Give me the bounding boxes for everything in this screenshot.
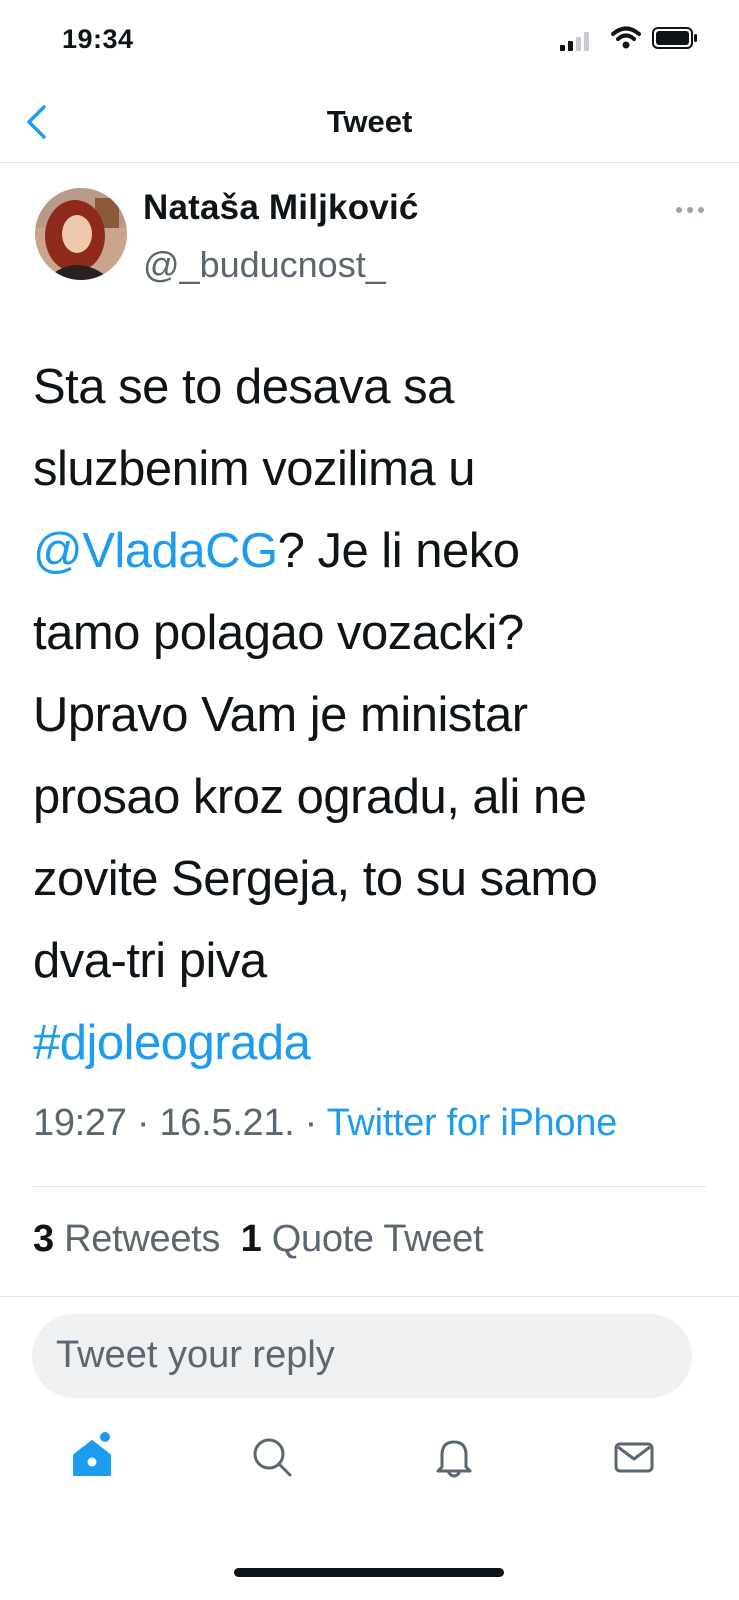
tweet-text: Sta se to desava sa sluzbenim vozilima u… [33,346,723,1084]
home-indicator [234,1568,504,1577]
tweet-line: dva-tri piva [33,934,267,988]
meta-separator: · [294,1102,327,1144]
retweets-stat[interactable]: 3 Retweets [33,1218,220,1260]
tweet-line: #djoleograda [33,1002,723,1084]
tweet-line: prosao kroz ogradu, ali ne [33,770,587,824]
page-title: Tweet [326,104,413,139]
tweet-line: tamo polagao vozacki? [33,606,524,660]
tweet-date: 16.5.21. [159,1102,295,1144]
notifications-icon[interactable] [432,1435,476,1479]
status-time: 19:34 [62,24,134,54]
meta-separator: · [126,1102,160,1144]
reply-placeholder: Tweet your reply [56,1334,335,1376]
retweets-count: 3 [33,1218,54,1260]
tweet-time: 19:27 [33,1102,127,1144]
tweet-line: @VladaCG? Je li neko [33,510,723,592]
retweets-label: Retweets [64,1218,221,1260]
home-notification-dot [100,1432,110,1442]
tweet-line: Sta se to desava sa [33,360,454,414]
author-handle[interactable]: @_buducnost_ [143,244,386,286]
quotes-stat[interactable]: 1 Quote Tweet [241,1218,484,1260]
author-name[interactable]: Nataša Miljković [143,188,419,228]
tweet-line: zovite Sergeja, to su samo [33,852,598,906]
meta-divider [33,1186,706,1187]
home-icon[interactable] [70,1435,114,1479]
tweet-line: sluzbenim vozilima u [33,442,476,496]
mention-link[interactable]: @VladaCG [33,524,278,578]
more-options-icon[interactable] [676,200,712,214]
tweet-line-text: ? Je li neko [277,524,520,578]
header-divider [0,162,739,163]
avatar[interactable] [35,188,127,280]
tweet-line: Upravo Vam je ministar [33,688,528,742]
hashtag-link[interactable]: #djoleograda [33,1016,311,1070]
wifi-icon [611,26,641,49]
tweet-source-link[interactable]: Twitter for iPhone [327,1102,618,1144]
messages-icon[interactable] [612,1435,656,1479]
stats-divider [0,1296,739,1297]
quotes-label: Quote Tweet [271,1218,484,1260]
quotes-count: 1 [240,1218,262,1260]
reply-input[interactable]: Tweet your reply [32,1314,692,1398]
engagement-stats: 3 Retweets 1 Quote Tweet [33,1218,484,1261]
search-icon[interactable] [250,1435,294,1479]
battery-icon [652,27,697,49]
cellular-signal-icon [560,32,589,51]
tweet-meta: 19:27 · 16.5.21. · Twitter for iPhone [33,1102,617,1145]
